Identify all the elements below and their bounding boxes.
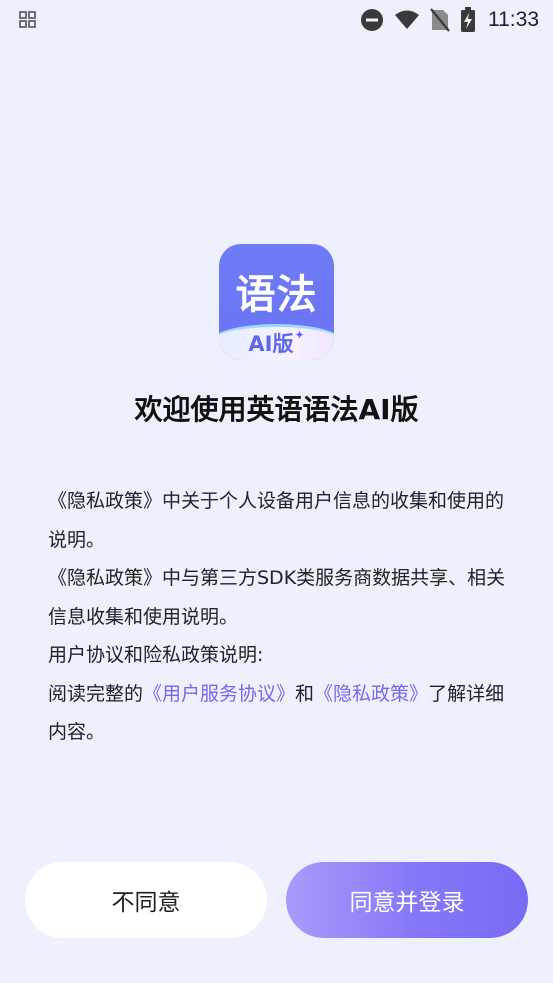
do-not-disturb-icon [360,8,384,32]
policy-line-3: 用户协议和险私政策说明: [48,644,264,666]
policy-line-2: 《隐私政策》中与第三方SDK类服务商数据共享、相关信息收集和使用说明。 [48,567,506,628]
policy-line-4: 阅读完整的《用户服务协议》和《隐私政策》了解详细内容。 [48,675,508,752]
grid-notification-icon [18,10,38,30]
logo-badge-label: AI版 [248,332,294,356]
agree-login-button[interactable]: 同意并登录 [286,862,528,938]
logo-badge: AI版✦ [219,328,334,358]
app-logo: 语法 AI版✦ [219,244,334,360]
policy-line-4-and: 和 [295,682,315,705]
wifi-icon [394,9,420,31]
disagree-button[interactable]: 不同意 [25,862,267,938]
logo-text: 语法 [235,272,318,318]
policy-line-4-prefix: 阅读完整的 [48,682,144,705]
privacy-policy-link[interactable]: 《隐私政策》 [314,683,428,705]
no-sim-icon [430,8,450,32]
sparkle-icon: ✦ [294,328,305,342]
status-clock: 11:33 [488,8,539,31]
user-agreement-link[interactable]: 《用户服务协议》 [143,683,295,705]
policy-description: 《隐私政策》中关于个人设备用户信息的收集和使用的说明。 《隐私政策》中与第三方S… [48,482,508,752]
policy-line-1: 《隐私政策》中关于个人设备用户信息的收集和使用的说明。 [48,490,505,551]
battery-charging-icon [460,7,476,33]
status-bar: 11:33 [0,0,553,40]
page-title: 欢迎使用英语语法AI版 [134,393,419,426]
